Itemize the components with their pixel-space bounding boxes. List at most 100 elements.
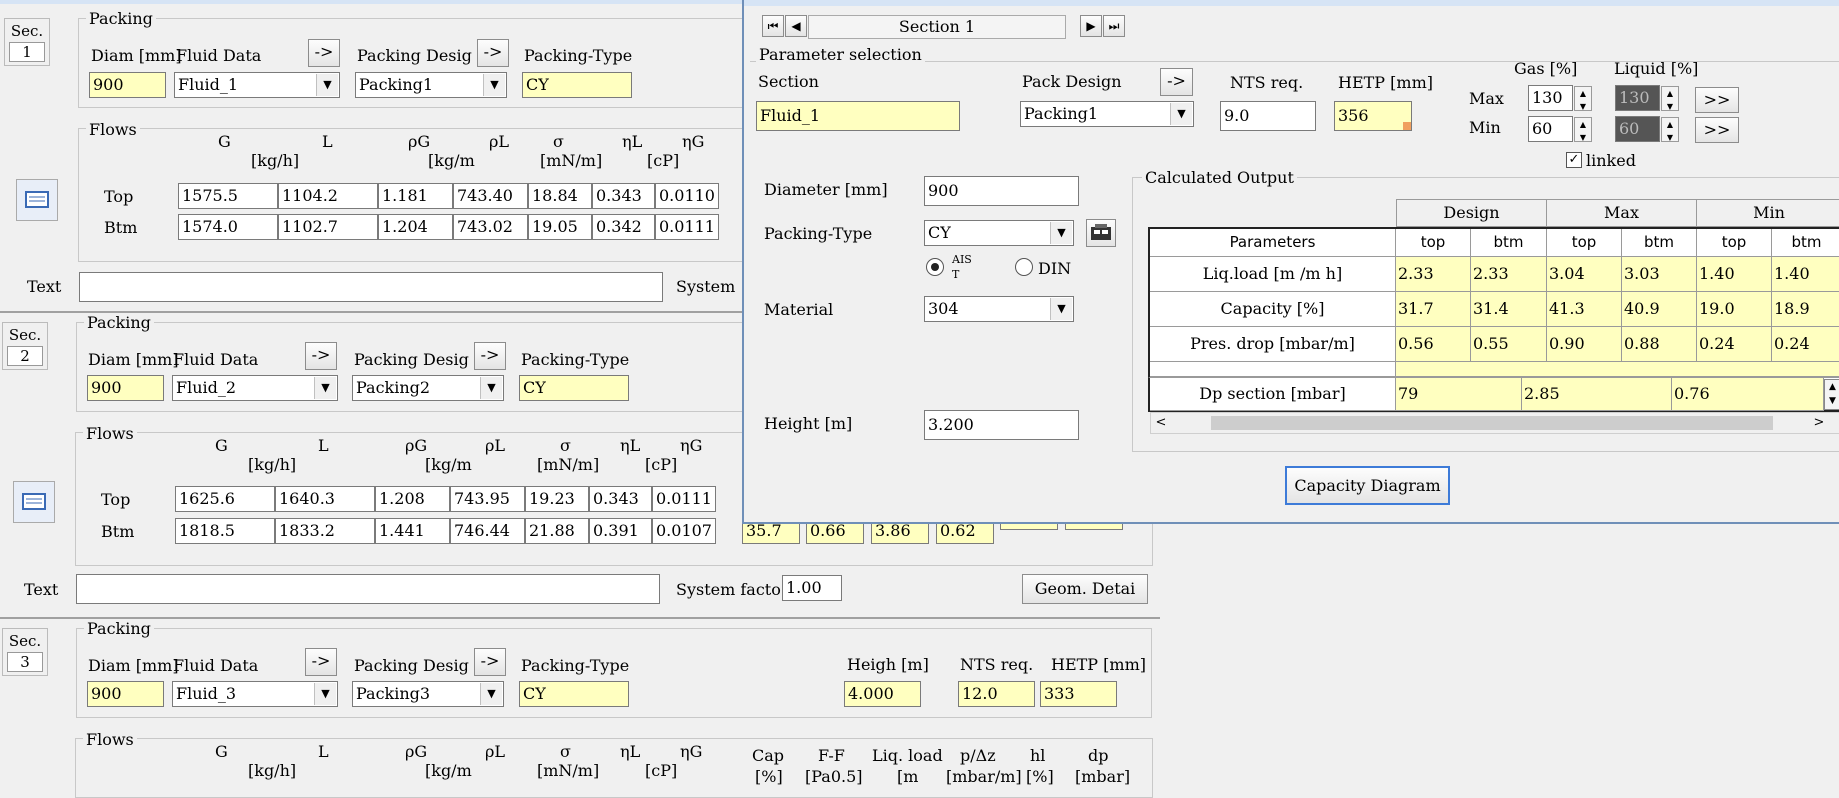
flow-cell[interactable]: 0.0110 — [655, 183, 719, 209]
flow-cell[interactable]: 19.23 — [525, 486, 589, 512]
liquid-max-input[interactable]: 130 — [1615, 85, 1660, 111]
flow-cell[interactable]: 0.343 — [589, 486, 652, 512]
nts-input[interactable]: 12.0 — [958, 681, 1035, 707]
chevron-down-icon[interactable]: ▼ — [1050, 298, 1072, 320]
flow-cell[interactable]: 1.208 — [375, 486, 450, 512]
flow-cell[interactable]: 743.95 — [450, 486, 525, 512]
flow-cell[interactable]: 1818.5 — [175, 518, 275, 544]
flows-icon[interactable] — [13, 481, 55, 523]
packing-type-select[interactable]: CY ▼ — [924, 220, 1074, 246]
gas-max-input[interactable]: 130 — [1528, 85, 1573, 111]
packing-design-arrow-button[interactable]: -> — [477, 39, 509, 67]
liquid-max-stepper[interactable]: ▲ ▼ — [1661, 86, 1679, 111]
fluid-data-select[interactable]: Fluid_2 ▼ — [172, 375, 338, 401]
fluid-data-arrow-button[interactable]: -> — [305, 648, 337, 676]
flow-cell[interactable]: 1574.0 — [178, 214, 278, 240]
flow-cell[interactable]: 743.40 — [453, 183, 528, 209]
flow-cell[interactable]: 1625.6 — [175, 486, 275, 512]
chevron-down-icon[interactable]: ▼ — [483, 74, 505, 96]
scroll-thumb[interactable] — [1211, 416, 1773, 430]
flow-cell[interactable]: 1.441 — [375, 518, 450, 544]
geom-details-button[interactable]: Geom. Detai — [1022, 574, 1148, 604]
fluid-data-select[interactable]: Fluid_1 ▼ — [174, 72, 340, 98]
packing-design-select[interactable]: Packing2 ▼ — [352, 375, 504, 401]
text-input[interactable] — [79, 272, 663, 302]
unit-kgm: [kg/m — [425, 761, 472, 780]
section-divider — [0, 617, 1160, 619]
hetp-field[interactable]: 356 — [1334, 101, 1412, 131]
min-apply-button[interactable]: >> — [1695, 117, 1739, 143]
packing-design-arrow-button[interactable]: -> — [474, 648, 506, 676]
nav-prev-button[interactable]: ◀ — [785, 15, 807, 37]
chevron-down-icon[interactable]: ▼ — [316, 74, 338, 96]
nav-next-button[interactable]: ▶ — [1080, 15, 1102, 37]
radio-aist[interactable] — [926, 258, 944, 276]
packing-design-select[interactable]: Packing1 ▼ — [355, 72, 507, 98]
flow-cell[interactable]: 0.391 — [589, 518, 652, 544]
flow-cell[interactable]: 0.0111 — [655, 214, 719, 240]
database-icon[interactable] — [1086, 219, 1116, 247]
flow-cell[interactable]: 0.0107 — [652, 518, 716, 544]
packing-design-select[interactable]: Packing3 ▼ — [352, 681, 504, 707]
diam-input[interactable]: 900 — [87, 681, 164, 707]
liquid-min-input[interactable]: 60 — [1615, 116, 1660, 142]
height-field[interactable]: 3.200 — [924, 410, 1079, 440]
flow-cell[interactable]: 18.84 — [528, 183, 592, 209]
flow-cell[interactable]: 0.342 — [592, 214, 655, 240]
packing-type-input[interactable]: CY — [522, 72, 632, 98]
chevron-down-icon[interactable]: ▼ — [314, 683, 336, 705]
horizontal-scrollbar[interactable]: < > — [1150, 412, 1839, 434]
chevron-down-icon[interactable]: ▼ — [314, 377, 336, 399]
flow-cell[interactable]: 0.343 — [592, 183, 655, 209]
flow-cell[interactable]: 746.44 — [450, 518, 525, 544]
diameter-field[interactable]: 900 — [924, 176, 1079, 206]
nav-last-button[interactable]: ⏭ — [1103, 15, 1125, 37]
chevron-down-icon[interactable]: ▼ — [1170, 103, 1192, 125]
section-field[interactable]: Fluid_1 — [756, 101, 960, 131]
gas-max-stepper[interactable]: ▲ ▼ — [1574, 86, 1592, 111]
gas-min-stepper[interactable]: ▲ ▼ — [1574, 117, 1592, 142]
text-input[interactable] — [76, 574, 660, 604]
system-factor-input[interactable]: 1.00 — [782, 575, 842, 601]
flow-cell[interactable]: 1640.3 — [275, 486, 375, 512]
flow-cell[interactable]: 1102.7 — [278, 214, 378, 240]
table-cell: 40.9 — [1622, 292, 1697, 327]
flow-cell[interactable]: 1104.2 — [278, 183, 378, 209]
chevron-down-icon[interactable]: ▼ — [480, 683, 502, 705]
linked-checkbox[interactable]: ✓ — [1566, 152, 1582, 168]
hetp-input[interactable]: 333 — [1040, 681, 1117, 707]
flow-cell[interactable]: 0.0111 — [652, 486, 716, 512]
diam-input[interactable]: 900 — [89, 72, 166, 98]
flows-icon[interactable] — [16, 179, 58, 221]
gas-min-input[interactable]: 60 — [1528, 116, 1573, 142]
chevron-down-icon[interactable]: ▼ — [1050, 222, 1072, 244]
nav-first-button[interactable]: ⏮ — [762, 15, 784, 37]
liquid-min-stepper[interactable]: ▲ ▼ — [1661, 117, 1679, 142]
capacity-diagram-button[interactable]: Capacity Diagram — [1285, 466, 1450, 505]
nts-field[interactable]: 9.0 — [1220, 101, 1316, 131]
packing-design-arrow-button[interactable]: -> — [474, 342, 506, 370]
scroll-right-icon[interactable]: > — [1811, 414, 1827, 432]
material-select[interactable]: 304 ▼ — [924, 296, 1074, 322]
fluid-data-select[interactable]: Fluid_3 ▼ — [172, 681, 338, 707]
diam-input[interactable]: 900 — [87, 375, 164, 401]
height-input[interactable]: 4.000 — [844, 681, 921, 707]
flow-cell[interactable]: 1.181 — [378, 183, 453, 209]
max-apply-button[interactable]: >> — [1695, 87, 1739, 113]
packing-type-input[interactable]: CY — [519, 681, 629, 707]
vertical-scroll-stepper[interactable]: ▲ ▼ — [1824, 379, 1839, 410]
flow-cell[interactable]: 1575.5 — [178, 183, 278, 209]
pack-design-select[interactable]: Packing1 ▼ — [1020, 101, 1194, 127]
flow-cell[interactable]: 743.02 — [453, 214, 528, 240]
chevron-down-icon[interactable]: ▼ — [480, 377, 502, 399]
flow-cell[interactable]: 1833.2 — [275, 518, 375, 544]
scroll-left-icon[interactable]: < — [1153, 414, 1169, 432]
flow-cell[interactable]: 1.204 — [378, 214, 453, 240]
fluid-data-arrow-button[interactable]: -> — [305, 342, 337, 370]
flow-cell[interactable]: 21.88 — [525, 518, 589, 544]
radio-din[interactable] — [1015, 258, 1033, 276]
packing-type-input[interactable]: CY — [519, 375, 629, 401]
pack-design-arrow-button[interactable]: -> — [1160, 68, 1193, 96]
fluid-data-arrow-button[interactable]: -> — [308, 39, 340, 67]
flow-cell[interactable]: 19.05 — [528, 214, 592, 240]
